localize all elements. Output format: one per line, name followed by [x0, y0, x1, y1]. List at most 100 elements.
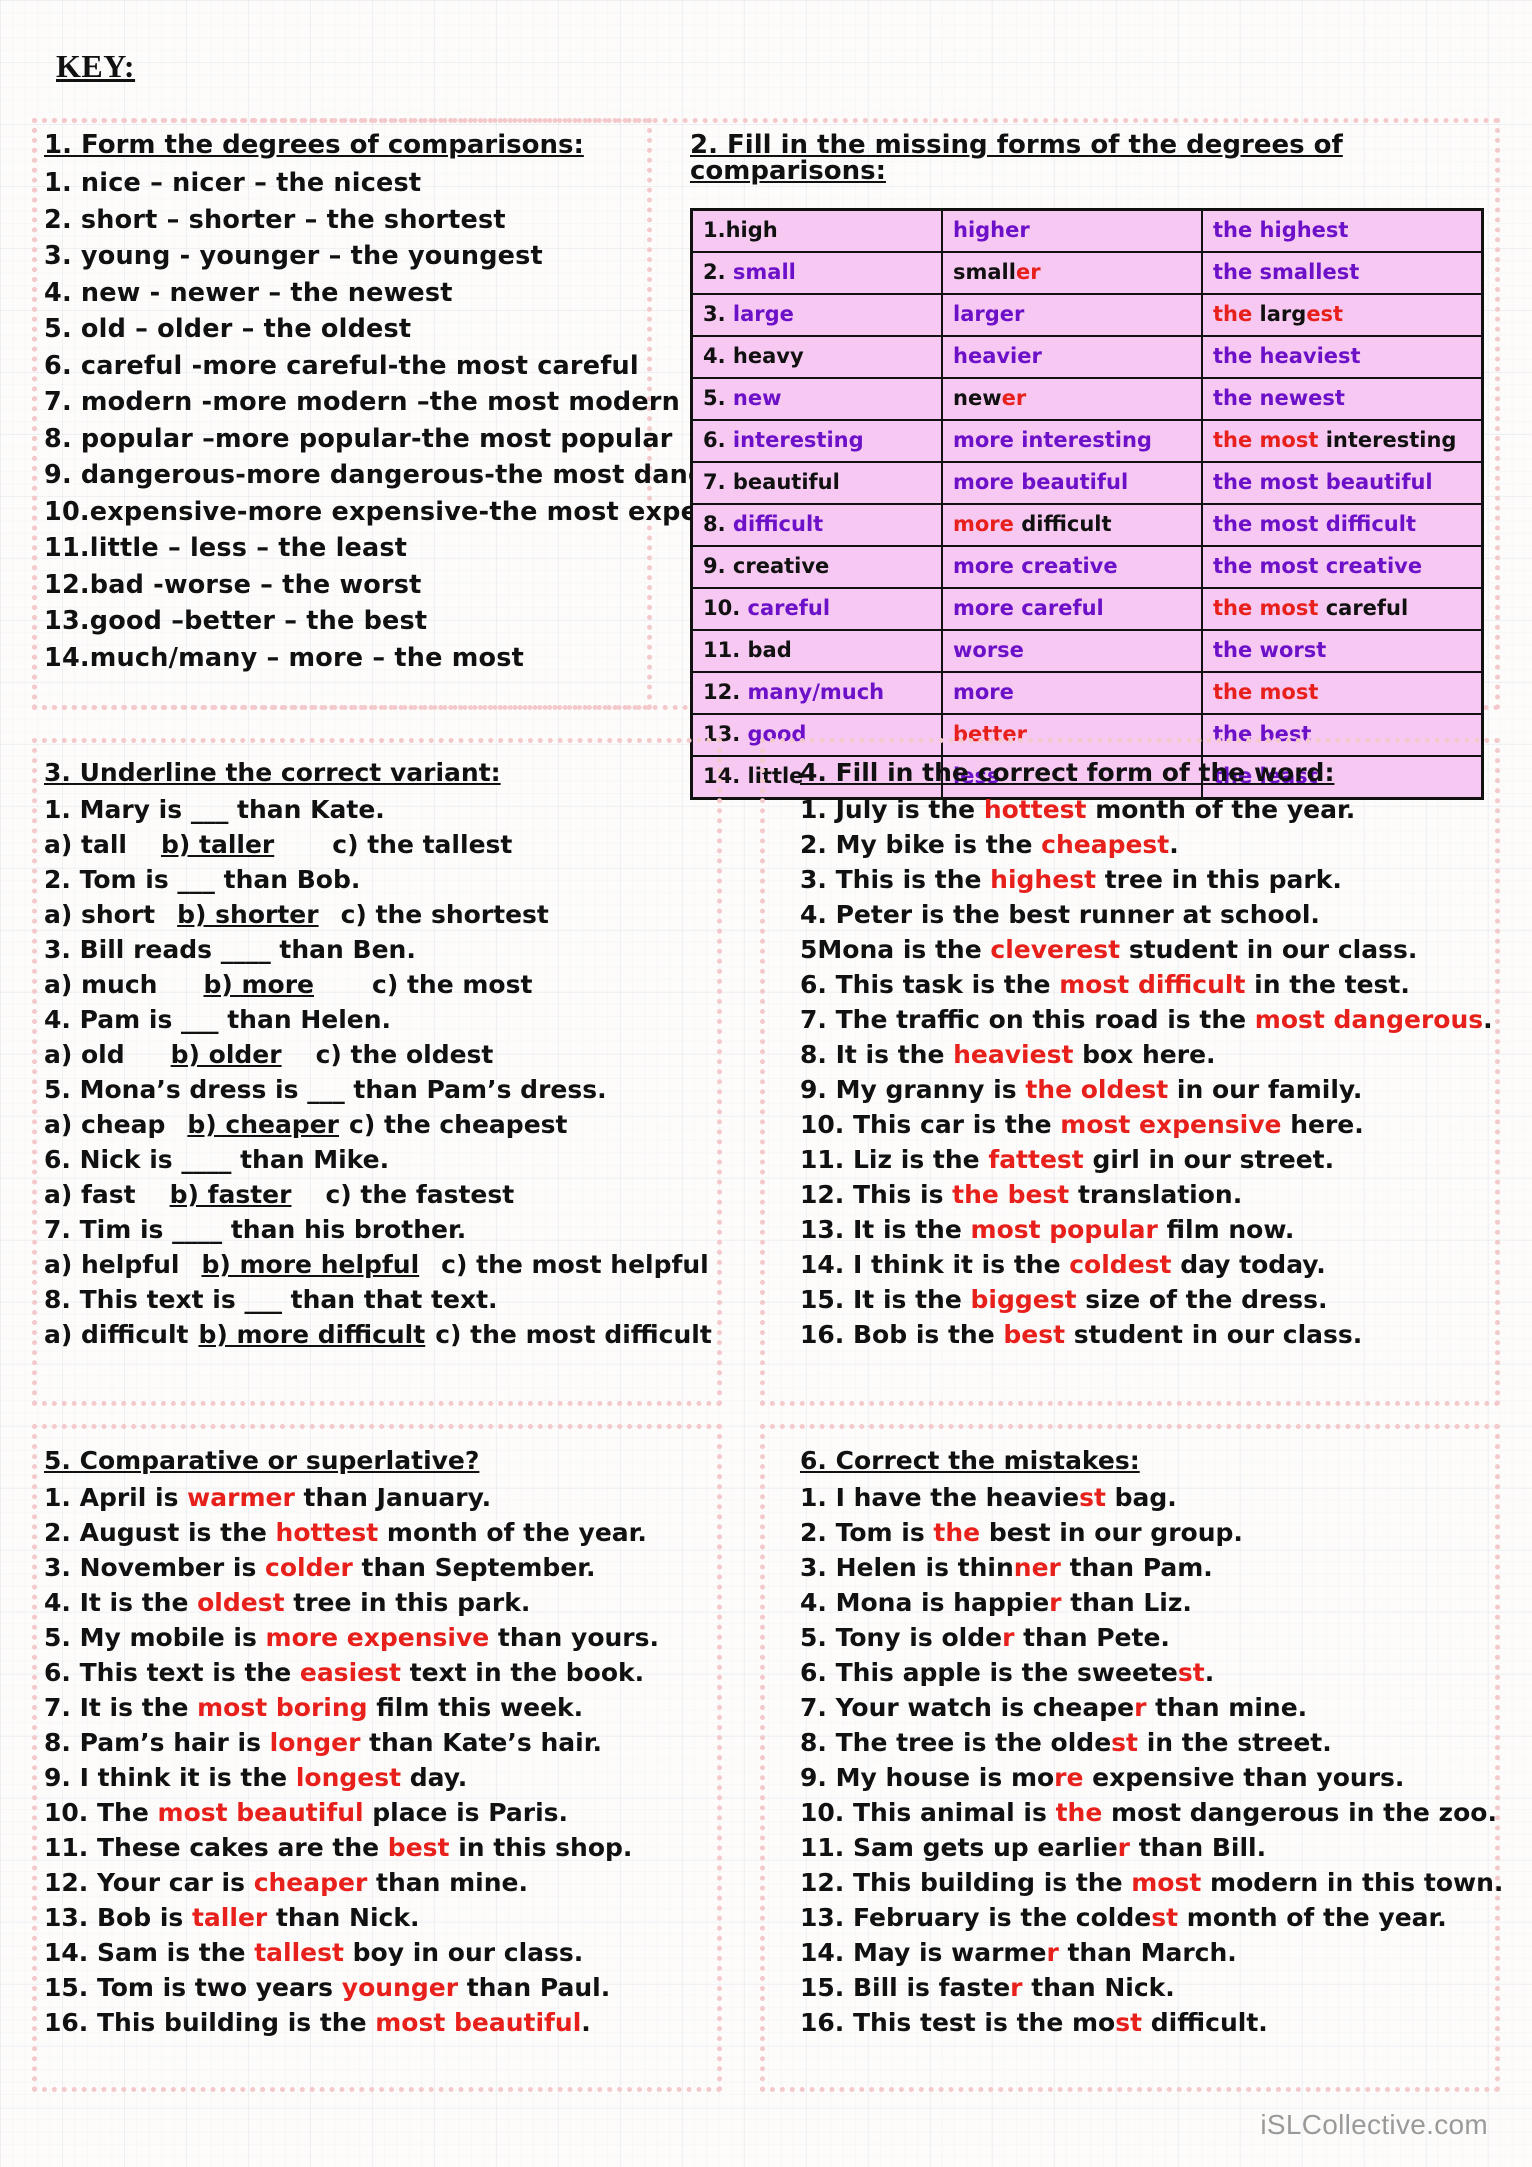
- mcq-options: a) much b) more c) the most: [44, 972, 704, 997]
- table-cell-sup: the most beautiful: [1201, 461, 1484, 505]
- sentence-text: tree in this park.: [1096, 865, 1342, 894]
- worksheet-sheet: KEY: 1. Form the degrees of comparisons:…: [0, 0, 1532, 2167]
- mcq-option-a[interactable]: a) old: [44, 1040, 125, 1069]
- answer-highlight: best: [1003, 1320, 1066, 1349]
- sentence-text: the most difficult: [1213, 511, 1416, 536]
- mcq-options: a) fast b) faster c) the fastest: [44, 1182, 704, 1207]
- answer-highlight: r: [1046, 1938, 1059, 1967]
- answer-highlight: r: [1010, 1973, 1023, 2002]
- exercise-3-title: 3. Underline the correct variant:: [44, 758, 501, 787]
- mcq-option-a[interactable]: a) helpful: [44, 1250, 179, 1279]
- answer-line: 4. It is the oldest tree in this park.: [44, 1590, 684, 1615]
- mcq-option-a[interactable]: a) difficult: [44, 1320, 188, 1349]
- sentence-text: large: [732, 301, 794, 326]
- mcq-option-a[interactable]: a) tall: [44, 830, 127, 859]
- answer-highlight: ner: [1013, 1553, 1061, 1582]
- mcq-option-c[interactable]: c) the tallest: [332, 830, 512, 859]
- answer-line: 6. This text is the easiest text in the …: [44, 1660, 684, 1685]
- sentence-text: translation.: [1069, 1180, 1243, 1209]
- table-cell-sup: the smallest: [1201, 251, 1484, 295]
- mcq-option-b-selected[interactable]: b) older: [171, 1040, 282, 1069]
- mcq-option-c[interactable]: c) the shortest: [341, 900, 549, 929]
- mcq-option-a[interactable]: a) cheap: [44, 1110, 165, 1139]
- sentence-text: 5Mona is the: [800, 935, 991, 964]
- sentence-text: film this week.: [367, 1693, 584, 1722]
- sentence-text: 4. Mona is happie: [800, 1588, 1050, 1617]
- answer-highlight: oldest: [197, 1588, 285, 1617]
- mcq-option-c[interactable]: c) the most difficult: [435, 1320, 712, 1349]
- answer-highlight: hottest: [275, 1518, 379, 1547]
- mcq-option-b-selected[interactable]: b) taller: [161, 830, 274, 859]
- sentence-text: 3. Helen is thin: [800, 1553, 1014, 1582]
- table-cell-base: 12. many/much: [690, 671, 943, 715]
- sentence-text: 6. This text is the: [44, 1658, 300, 1687]
- exercise-5: 5. Comparative or superlative? 1. April …: [44, 1448, 684, 2035]
- sentence-text: month of the year.: [1178, 1903, 1447, 1932]
- answer-line: 1. July is the hottest month of the year…: [800, 797, 1490, 822]
- exercise-5-title: 5. Comparative or superlative?: [44, 1446, 480, 1475]
- sentence-text: 2.: [703, 259, 733, 284]
- sentence-text: 12.: [703, 679, 748, 704]
- answer-highlight: er: [1015, 259, 1041, 284]
- table-row: 6. interesting more interesting the most i…: [690, 419, 1484, 463]
- answer-line: 5. Tony is older than Pete.: [800, 1625, 1500, 1650]
- table-row: 9. creative more creative the most creativ…: [690, 545, 1484, 589]
- sentence-text: 5. My mobile is: [44, 1623, 266, 1652]
- mcq-option-a[interactable]: a) short: [44, 900, 155, 929]
- answer-line: 6. This task is the most difficult in th…: [800, 972, 1490, 997]
- sentence-text: 8.: [703, 511, 733, 536]
- sentence-text: 2. Tom is: [800, 1518, 934, 1547]
- sentence-text: than Paul.: [458, 1973, 611, 2002]
- sentence-text: the smallest: [1213, 259, 1360, 284]
- mcq-option-a[interactable]: a) much: [44, 970, 157, 999]
- answer-highlight: most boring: [197, 1693, 368, 1722]
- sentence-text: here.: [1281, 1110, 1364, 1139]
- mcq-option-b-selected[interactable]: b) shorter: [177, 900, 318, 929]
- sentence-text: 8. Pam’s hair is: [44, 1728, 270, 1757]
- sentence-text: difficult: [732, 511, 824, 536]
- mcq-option-a[interactable]: a) fast: [44, 1180, 136, 1209]
- answer-line: 11. Sam gets up earlier than Bill.: [800, 1835, 1500, 1860]
- answer-highlight: hottest: [983, 795, 1087, 824]
- table-row: 8. difficult more difficult the most diffi…: [690, 503, 1484, 547]
- table-cell-base: 3. large: [690, 293, 943, 337]
- answer-line: 12. This is the best translation.: [800, 1182, 1490, 1207]
- table-cell-base: 9. creative: [690, 545, 943, 589]
- answer-highlight: r: [1049, 1588, 1062, 1617]
- sentence-text: difficult.: [1142, 2008, 1268, 2037]
- table-cell-sup: the most interesting: [1201, 419, 1484, 463]
- sentence-text: 8. It is the: [800, 1040, 954, 1069]
- sentence-text: larg: [1259, 301, 1307, 326]
- sentence-text: new: [953, 385, 1002, 410]
- exercise-4-title: 4. Fill in the correct form of the word:: [800, 758, 1335, 787]
- sentence-text: 15. It is the: [800, 1285, 971, 1314]
- sentence-text: 15. Tom is two years: [44, 1973, 342, 2002]
- mcq-option-b-selected[interactable]: b) faster: [170, 1180, 292, 1209]
- table-cell-sup: the most careful: [1201, 587, 1484, 631]
- mcq-option-b-selected[interactable]: b) more: [203, 970, 314, 999]
- mcq-question: 1. Mary is ___ than Kate.: [44, 795, 385, 824]
- mcq-option-c[interactable]: c) the oldest: [316, 1040, 494, 1069]
- answer-line: 10. This car is the most expensive here.: [800, 1112, 1490, 1137]
- sentence-text: higher: [953, 217, 1030, 242]
- sentence-text: 12. Your car is: [44, 1868, 254, 1897]
- sentence-text: than Nick.: [267, 1903, 420, 1932]
- answer-highlight: st: [1079, 1483, 1106, 1512]
- exercise-3-questions: 1. Mary is ___ than Kate. a) tall b) talle…: [44, 795, 712, 1349]
- table-row: 2. small smaller the smallest: [690, 251, 1484, 295]
- mcq-option-b-selected[interactable]: b) cheaper: [187, 1110, 339, 1139]
- answer-line: 15. It is the biggest size of the dress.: [800, 1287, 1490, 1312]
- answer-line: 2. August is the hottest month of the ye…: [44, 1520, 684, 1545]
- mcq-option-c[interactable]: c) the most helpful: [441, 1250, 709, 1279]
- sentence-text: 2. My bike is the: [800, 830, 1042, 859]
- sentence-text: in this shop.: [449, 1833, 633, 1862]
- mcq-option-c[interactable]: c) the cheapest: [349, 1110, 567, 1139]
- mcq-option-b-selected[interactable]: b) more helpful: [201, 1250, 419, 1279]
- answer-line: 8. Pam’s hair is longer than Kate’s hair…: [44, 1730, 684, 1755]
- answer-highlight: the most: [1213, 679, 1319, 704]
- sentence-text: than Pam.: [1060, 1553, 1213, 1582]
- mcq-option-c[interactable]: c) the most: [372, 970, 532, 999]
- mcq-option-b-selected[interactable]: b) more difficult: [198, 1320, 425, 1349]
- answer-line: 13. Bob is taller than Nick.: [44, 1905, 684, 1930]
- mcq-option-c[interactable]: c) the fastest: [325, 1180, 514, 1209]
